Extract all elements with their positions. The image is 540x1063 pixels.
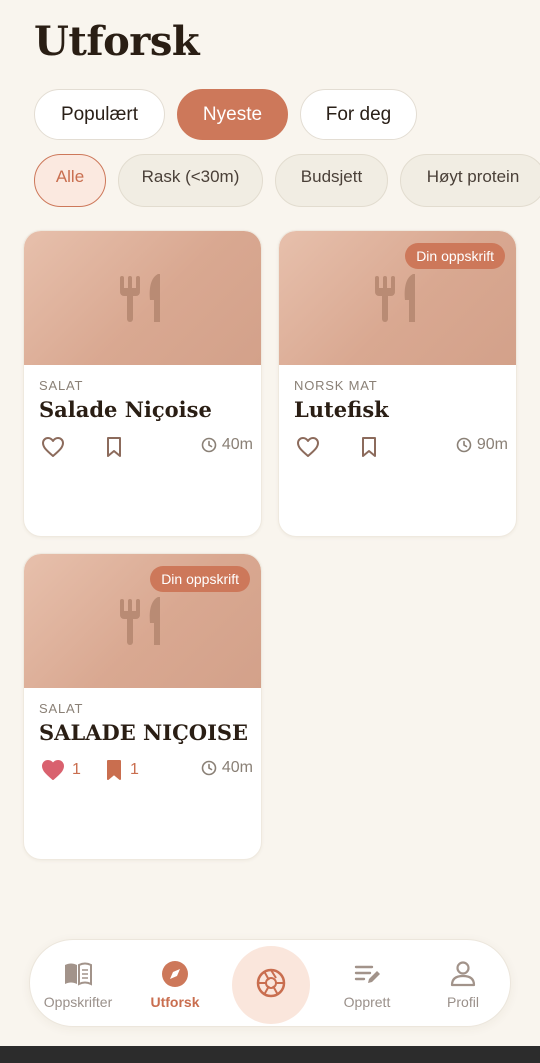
nav-recipes-label: Oppskrifter (43, 994, 113, 1010)
recipe-category: NORSK MAT (294, 378, 378, 393)
like-button[interactable] (296, 436, 320, 458)
recipe-actions: 40m (39, 436, 253, 464)
save-button[interactable] (360, 436, 378, 458)
utensils-icon (119, 597, 166, 645)
nav-recipes[interactable]: Oppskrifter (30, 960, 126, 1010)
cook-time-value: 90m (476, 436, 508, 453)
heart-icon (296, 436, 320, 458)
recipe-card[interactable]: Din oppskrift NORSK MAT Lutefisk 90m (278, 230, 517, 537)
bookmark-filled-icon (105, 759, 123, 781)
system-navigation-bar (0, 1046, 540, 1063)
tab-popular[interactable]: Populært (34, 89, 165, 140)
bookmark-icon (360, 436, 378, 458)
nav-profile-label: Profil (447, 994, 479, 1010)
book-icon (63, 960, 93, 988)
camera-button[interactable] (232, 946, 310, 1024)
nav-explore-label: Utforsk (150, 994, 200, 1010)
user-icon (448, 960, 478, 988)
nav-create[interactable]: Opprett (319, 960, 415, 1010)
camera-aperture-icon (255, 967, 287, 1004)
bottom-navigation: Oppskrifter Utforsk Opprett Profil (29, 939, 511, 1027)
like-count: 1 (72, 761, 81, 778)
cook-time: 90m (456, 436, 508, 454)
tab-newest[interactable]: Nyeste (177, 89, 288, 140)
clock-icon (456, 437, 472, 453)
recipe-title: Salade Niçoise (39, 397, 212, 422)
clock-icon (201, 437, 217, 453)
cook-time: 40m (201, 436, 253, 454)
edit-list-icon (352, 960, 382, 988)
recipe-title: SALADE NIÇOISE (39, 720, 249, 745)
recipe-category: SALAT (39, 378, 84, 393)
bookmark-icon (105, 436, 123, 458)
own-recipe-badge: Din oppskrift (405, 243, 505, 269)
compass-icon (160, 960, 190, 988)
nav-profile[interactable]: Profil (415, 960, 511, 1010)
cook-time: 40m (201, 759, 253, 777)
heart-icon (41, 436, 65, 458)
recipe-image-placeholder (24, 231, 261, 365)
sort-tabs: Populært Nyeste For deg (34, 89, 417, 140)
clock-icon (201, 760, 217, 776)
save-button[interactable] (105, 436, 123, 458)
recipe-actions: 90m (294, 436, 508, 464)
explore-screen: Utforsk Populært Nyeste For deg Alle Ras… (0, 0, 540, 1063)
recipe-actions: 1 1 40m (39, 759, 253, 787)
cook-time-value: 40m (221, 759, 253, 776)
recipe-title: Lutefisk (294, 397, 389, 422)
chip-high-protein[interactable]: Høyt protein (400, 154, 540, 207)
chip-all[interactable]: Alle (34, 154, 106, 207)
tab-for-you[interactable]: For deg (300, 89, 417, 140)
nav-explore[interactable]: Utforsk (127, 960, 223, 1010)
like-button[interactable] (41, 436, 65, 458)
chip-budget[interactable]: Budsjett (275, 154, 388, 207)
page-title: Utforsk (34, 18, 200, 65)
heart-filled-icon (41, 759, 65, 781)
like-button[interactable]: 1 (41, 759, 81, 781)
recipe-card[interactable]: Din oppskrift SALAT SALADE NIÇOISE 1 1 4… (23, 553, 262, 860)
utensils-icon (374, 274, 421, 322)
chip-quick[interactable]: Rask (<30m) (118, 154, 263, 207)
save-button[interactable]: 1 (105, 759, 139, 781)
utensils-icon (119, 274, 166, 322)
filter-chips: Alle Rask (<30m) Budsjett Høyt protein (34, 154, 540, 207)
recipe-image-placeholder: Din oppskrift (279, 231, 516, 365)
recipe-image-placeholder: Din oppskrift (24, 554, 261, 688)
own-recipe-badge: Din oppskrift (150, 566, 250, 592)
recipe-category: SALAT (39, 701, 84, 716)
cook-time-value: 40m (221, 436, 253, 453)
save-count: 1 (130, 761, 139, 778)
nav-create-label: Opprett (343, 994, 391, 1010)
recipe-card[interactable]: SALAT Salade Niçoise 40m (23, 230, 262, 537)
